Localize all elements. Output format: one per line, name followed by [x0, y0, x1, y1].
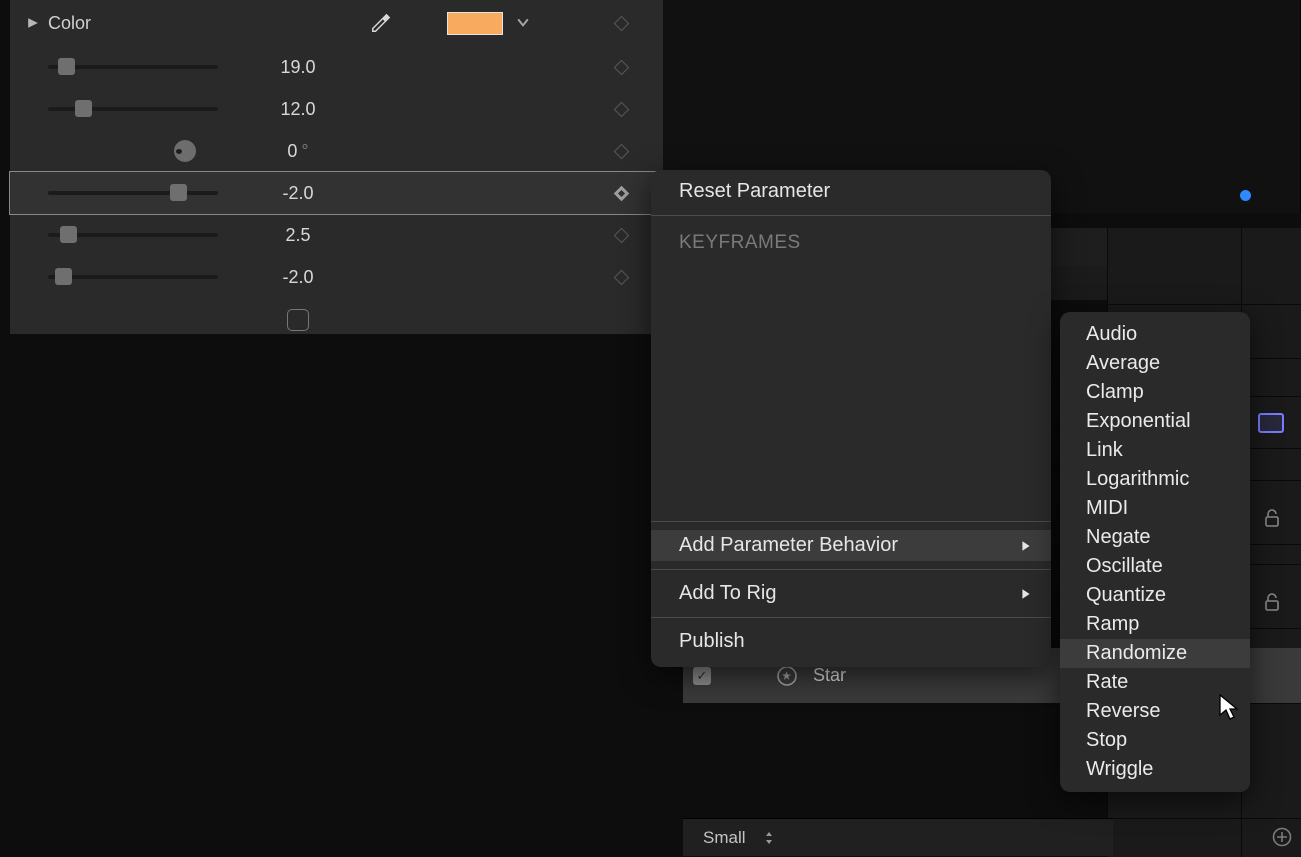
- value-spike-width[interactable]: 2.5: [243, 225, 353, 246]
- add-button-icon[interactable]: [1271, 826, 1293, 848]
- param-row-spike-angle: Spike Angle 0 °: [10, 130, 663, 172]
- zoom-label: Small: [703, 828, 746, 848]
- submenu-item-link[interactable]: Link: [1060, 436, 1250, 465]
- disclosure-triangle-icon[interactable]: [18, 17, 48, 29]
- keyframe-toggle[interactable]: [611, 0, 631, 46]
- param-label: Color: [48, 13, 198, 34]
- keyframe-toggle[interactable]: [611, 214, 631, 256]
- submenu-item-randomize[interactable]: Randomize: [1060, 639, 1250, 668]
- slider-spike-scale[interactable]: [48, 107, 218, 111]
- value-spike-opacity[interactable]: -2.0: [243, 183, 353, 204]
- color-swatch-area: [393, 12, 531, 35]
- param-row-spike-width: Spike Width 2.5: [10, 214, 663, 256]
- value-spike-angle[interactable]: 0 °: [243, 141, 353, 162]
- angle-value: 0: [287, 141, 297, 162]
- layer-enable-checkbox[interactable]: ✓: [693, 667, 711, 685]
- angle-dial-icon[interactable]: [174, 140, 196, 162]
- lock-icon[interactable]: [1263, 508, 1283, 530]
- keyframe-toggle[interactable]: [611, 46, 631, 88]
- layer-name: Star: [813, 665, 846, 686]
- color-swatch[interactable]: [447, 12, 503, 35]
- submenu-item-stop[interactable]: Stop: [1060, 726, 1250, 755]
- slider-spike-opacity[interactable]: [48, 191, 218, 195]
- keyframe-toggle[interactable]: [611, 130, 631, 172]
- menu-item-label: Add Parameter Behavior: [679, 534, 898, 557]
- submenu-item-midi[interactable]: MIDI: [1060, 494, 1250, 523]
- submenu-item-reverse[interactable]: Reverse: [1060, 697, 1250, 726]
- keyframe-toggle[interactable]: [611, 256, 631, 298]
- eyedropper-icon[interactable]: [369, 11, 393, 35]
- slider-epsilon[interactable]: [48, 275, 218, 279]
- angle-unit: °: [301, 141, 308, 162]
- param-row-color: Color: [10, 0, 663, 46]
- keyframe-toggle-active[interactable]: [611, 172, 631, 214]
- menu-item-publish[interactable]: Publish: [651, 626, 1051, 657]
- value-spike-scale[interactable]: 12.0: [243, 99, 353, 120]
- submenu-item-wriggle[interactable]: Wriggle: [1060, 755, 1250, 784]
- slider-radius[interactable]: [48, 65, 218, 69]
- menu-item-add-parameter-behavior[interactable]: Add Parameter Behavior: [651, 530, 1051, 561]
- lock-icon[interactable]: [1263, 592, 1283, 614]
- menu-item-reset-parameter[interactable]: Reset Parameter: [651, 176, 1051, 207]
- slider-spike-width[interactable]: [48, 233, 218, 237]
- value-epsilon[interactable]: -2.0: [243, 267, 353, 288]
- stepper-icon[interactable]: [764, 830, 774, 846]
- param-row-spike-opacity: Spike Opacity -2.0: [10, 172, 663, 214]
- submenu-item-quantize[interactable]: Quantize: [1060, 581, 1250, 610]
- zoom-selector[interactable]: Small: [683, 818, 1113, 856]
- submenu-item-average[interactable]: Average: [1060, 349, 1250, 378]
- submenu-item-clamp[interactable]: Clamp: [1060, 378, 1250, 407]
- menu-item-add-to-rig[interactable]: Add To Rig: [651, 578, 1051, 609]
- submenu-item-ramp[interactable]: Ramp: [1060, 610, 1250, 639]
- inspector-panel: Color Radius 19.0 Spike Scale 12.0: [10, 0, 663, 334]
- shape-star-icon: [775, 664, 799, 688]
- param-row-spike-scale: Spike Scale 12.0: [10, 88, 663, 130]
- menu-section-keyframes: KEYFRAMES: [651, 224, 1051, 258]
- parameter-context-menu: Reset Parameter KEYFRAMES Show In Keyfra…: [651, 170, 1051, 667]
- submenu-item-rate[interactable]: Rate: [1060, 668, 1250, 697]
- submenu-item-negate[interactable]: Negate: [1060, 523, 1250, 552]
- chevron-down-icon[interactable]: [517, 18, 531, 28]
- submenu-arrow-icon: [1021, 540, 1031, 552]
- submenu-item-exponential[interactable]: Exponential: [1060, 407, 1250, 436]
- param-row-radius: Radius 19.0: [10, 46, 663, 88]
- menu-item-label: Add To Rig: [679, 582, 776, 605]
- submenu-item-oscillate[interactable]: Oscillate: [1060, 552, 1250, 581]
- parameter-behavior-submenu: AudioAverageClampExponentialLinkLogarith…: [1060, 312, 1250, 792]
- publish-osc-checkbox[interactable]: [287, 309, 309, 331]
- value-radius[interactable]: 19.0: [243, 57, 353, 78]
- submenu-item-logarithmic[interactable]: Logarithmic: [1060, 465, 1250, 494]
- param-row-publish-osc: Publish OSC: [10, 298, 663, 342]
- submenu-item-audio[interactable]: Audio: [1060, 320, 1250, 349]
- keyframe-toggle[interactable]: [611, 88, 631, 130]
- param-row-epsilon: Epsilon -2.0: [10, 256, 663, 298]
- submenu-arrow-icon: [1021, 588, 1031, 600]
- canvas-handle-icon[interactable]: [1240, 190, 1251, 201]
- active-frame-icon[interactable]: [1258, 413, 1284, 433]
